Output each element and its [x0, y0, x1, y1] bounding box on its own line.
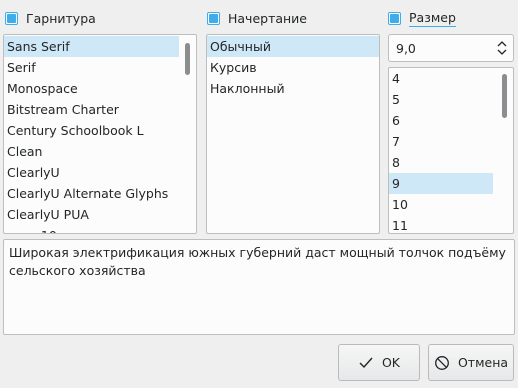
- family-checkbox-label: Гарнитура: [26, 10, 96, 26]
- list-item[interactable]: 7: [389, 131, 513, 152]
- list-item[interactable]: 9: [389, 173, 493, 194]
- list-item[interactable]: 10: [389, 194, 513, 215]
- list-item[interactable]: Serif: [4, 57, 196, 78]
- checkbox-box[interactable]: [5, 11, 18, 25]
- preview-textarea[interactable]: Широкая электрификация южных губерний да…: [3, 239, 515, 335]
- font-size-list[interactable]: 4 5 6 7 8 9 10 11: [388, 67, 514, 234]
- family-checkbox[interactable]: Гарнитура: [5, 8, 96, 28]
- list-item[interactable]: 11: [389, 215, 513, 233]
- cancel-button-label: Отмена: [457, 355, 509, 370]
- list-item[interactable]: 4: [389, 68, 513, 89]
- list-item[interactable]: Sans Serif: [4, 36, 179, 57]
- list-item[interactable]: ClearlyU: [4, 162, 196, 183]
- list-item[interactable]: Bitstream Charter: [4, 99, 196, 120]
- checkbox-box[interactable]: [207, 11, 220, 25]
- list-item[interactable]: 5: [389, 89, 513, 110]
- list-item[interactable]: cmex10: [4, 225, 196, 233]
- scrollbar-handle[interactable]: [502, 74, 507, 118]
- style-checkbox-label: Начертание: [228, 10, 307, 26]
- preview-text: Широкая электрификация южных губерний да…: [9, 245, 506, 278]
- size-checkbox[interactable]: Размер: [388, 8, 456, 28]
- font-style-list[interactable]: Обычный Курсив Наклонный: [206, 34, 380, 234]
- list-item[interactable]: Курсив: [207, 57, 379, 78]
- list-item[interactable]: Century Schoolbook L: [4, 120, 196, 141]
- list-item[interactable]: 6: [389, 110, 513, 131]
- size-checkbox-label: Размер: [409, 9, 456, 27]
- list-item[interactable]: Наклонный: [207, 78, 379, 99]
- list-item[interactable]: Clean: [4, 141, 196, 162]
- cancel-icon: [435, 355, 449, 370]
- cancel-button[interactable]: Отмена: [428, 344, 514, 381]
- checkmark-icon: [359, 357, 373, 368]
- list-item[interactable]: Обычный: [207, 36, 379, 57]
- ok-button-label: OK: [381, 355, 401, 370]
- list-item[interactable]: 8: [389, 152, 513, 173]
- ok-button[interactable]: OK: [338, 344, 420, 381]
- size-spinbox[interactable]: 9,0: [388, 34, 514, 62]
- style-checkbox[interactable]: Начертание: [207, 8, 307, 28]
- size-spin-value[interactable]: 9,0: [396, 41, 416, 56]
- spin-arrows-icon[interactable]: [496, 38, 508, 58]
- font-family-list[interactable]: Sans Serif Serif Monospace Bitstream Cha…: [3, 34, 197, 234]
- checkbox-box[interactable]: [388, 11, 401, 25]
- scrollbar-handle[interactable]: [185, 43, 190, 75]
- list-item[interactable]: ClearlyU PUA: [4, 204, 196, 225]
- list-item[interactable]: ClearlyU Alternate Glyphs: [4, 183, 196, 204]
- list-item[interactable]: Monospace: [4, 78, 196, 99]
